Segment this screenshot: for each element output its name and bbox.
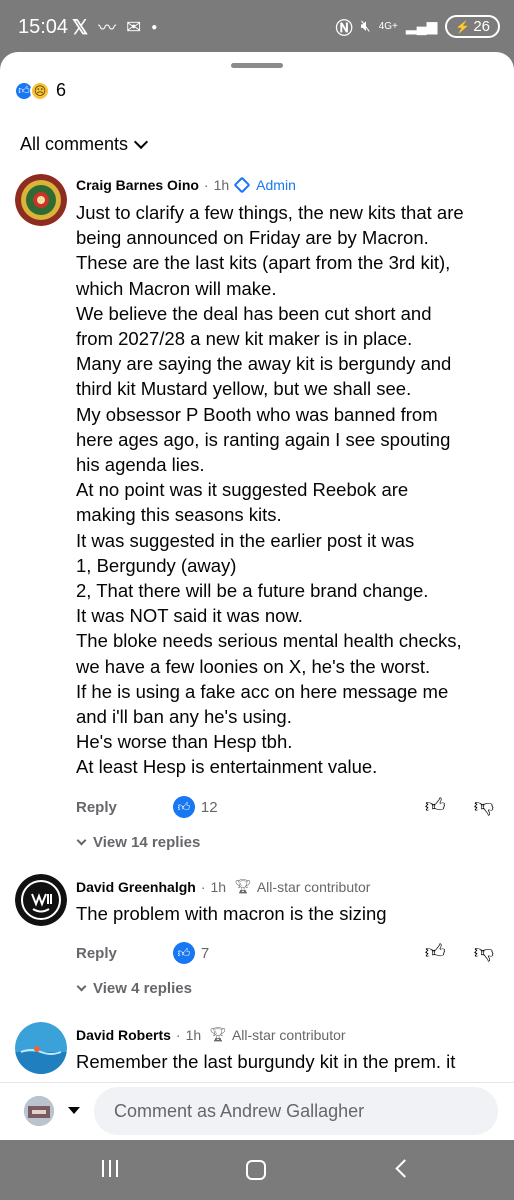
comment-line: At no point was it suggested Reebok are <box>76 479 409 501</box>
swoosh-icon: 〰 <box>98 18 117 38</box>
comment-line: being announced on Friday are by Macron. <box>76 227 429 249</box>
swimmer-avatar-image <box>15 1022 67 1074</box>
comment-time: 1h <box>185 1026 202 1043</box>
comment-line: If he is using a fake acc on here messag… <box>76 680 449 702</box>
comment-line: we have a few loonies on X, he's the wor… <box>76 655 431 677</box>
comment-composer: Comment as Andrew Gallagher <box>0 1082 514 1140</box>
view-replies-label: View 14 replies <box>93 834 201 851</box>
comment-line: here ages ago, is ranting again I see sp… <box>76 428 451 450</box>
mail-icon: ✉ <box>126 16 142 37</box>
battery-level: 26 <box>473 18 490 35</box>
reply-button[interactable]: Reply <box>76 945 117 962</box>
recent-apps-icon[interactable] <box>102 1160 118 1177</box>
comment-author[interactable]: David Roberts <box>76 1027 171 1043</box>
avatar[interactable] <box>15 874 67 926</box>
trophy-icon: 🏆︎ <box>209 1026 227 1042</box>
comment-text: The problem with macron is the sizing <box>76 901 496 926</box>
comment-line: The problem with macron is the sizing <box>76 903 387 924</box>
comment-line: Just to clarify a few things, the new ki… <box>76 202 464 223</box>
network-type: 4G+ <box>378 21 398 32</box>
comment-time: 1h <box>210 878 227 895</box>
comment-text: Remember the last burgundy kit in the pr… <box>76 1049 496 1074</box>
comment-line: 2, That there will be a future brand cha… <box>76 580 429 602</box>
comment-line: Many are saying the away kit is bergundy… <box>76 353 452 375</box>
comment-line: These are the last kits (apart from the … <box>76 252 451 274</box>
comment-line: It was NOT said it was now. <box>76 605 303 627</box>
thumbs-up-icon[interactable]: 👍︎ <box>425 940 446 964</box>
charging-icon: ⚡ <box>455 19 471 34</box>
view-replies-button[interactable]: View 14 replies <box>76 834 201 851</box>
comment-line: My obsessor P Booth who was banned from <box>76 403 438 425</box>
club-badge-avatar-image <box>15 874 67 926</box>
status-bar: 15:04 𝕏 〰 ✉ ● Ⓝ 🔇︎ 4G+ ▂▄▆ ⚡ 26 <box>0 0 514 54</box>
chevron-down-icon <box>76 981 87 991</box>
comment-line: At least Hesp is entertainment value. <box>76 756 378 778</box>
view-replies-label: View 4 replies <box>93 980 192 997</box>
comment-line: He's worse than Hesp tbh. <box>76 731 293 753</box>
like-count: 12 <box>200 798 218 816</box>
comment-actions: Reply 👍︎ 7 👍︎ 👎︎ <box>76 940 500 966</box>
like-count: 7 <box>200 944 210 962</box>
comment-line: third kit Mustard yellow, but we shall s… <box>76 378 412 400</box>
separator-dot: · <box>175 1026 181 1043</box>
comments-sheet: 👍︎ ☹ 6 All comments Craig Barnes Oino · … <box>0 52 514 1140</box>
chevron-down-icon <box>76 835 87 845</box>
comment-line: 1, Bergundy (away) <box>76 554 237 576</box>
separator-dot: · <box>200 878 206 895</box>
comment-line: from 2027/28 a new kit maker is in place… <box>76 328 413 350</box>
back-icon[interactable] <box>395 1159 414 1178</box>
comment-text: Just to clarify a few things, the new ki… <box>76 200 496 780</box>
comment-line: making this seasons kits. <box>76 504 282 526</box>
comment-line: his agenda lies. <box>76 454 205 476</box>
comment-author[interactable]: Craig Barnes Oino <box>76 177 199 193</box>
comment-line: We believe the deal has been cut short a… <box>76 302 432 324</box>
reply-button[interactable]: Reply <box>76 799 117 816</box>
x-icon: 𝕏 <box>72 16 89 39</box>
trophy-icon: 🏆︎ <box>234 878 252 894</box>
sad-reaction-icon: ☹ <box>30 80 50 101</box>
user-avatar-image <box>24 1096 54 1126</box>
avatar[interactable] <box>15 1022 67 1074</box>
user-avatar[interactable] <box>24 1096 54 1126</box>
comment-time: 1h <box>213 177 230 193</box>
thumbs-down-icon[interactable]: 👎︎ <box>474 794 494 818</box>
filter-label: All comments <box>20 134 129 154</box>
reaction-count: 6 <box>56 80 67 100</box>
dot-icon: ● <box>151 21 158 33</box>
like-count-icon: 👍︎ <box>172 796 195 818</box>
reaction-summary[interactable]: 👍︎ ☹ 6 <box>14 80 66 101</box>
comment-actions: Reply 👍︎ 12 👍︎ 👎︎ <box>76 794 500 820</box>
system-navigation-bar <box>0 1140 514 1200</box>
drag-handle[interactable] <box>231 63 283 68</box>
comments-filter-dropdown[interactable]: All comments <box>20 134 149 155</box>
status-time: 15:04 <box>18 16 69 38</box>
signal-icon: ▂▄▆ <box>405 18 438 34</box>
comment-line: and i'll ban any he's using. <box>76 706 292 728</box>
chevron-down-icon <box>133 134 149 149</box>
separator-dot: · <box>203 177 209 193</box>
contributor-badge: All-star contributor <box>231 1026 346 1043</box>
comment-line: Remember the last burgundy kit in the pr… <box>76 1051 456 1072</box>
battery-icon: ⚡ 26 <box>445 15 500 38</box>
avatar[interactable] <box>15 174 67 226</box>
admin-badge: Admin <box>256 177 296 193</box>
home-icon[interactable] <box>246 1160 266 1180</box>
like-count-icon: 👍︎ <box>172 942 195 964</box>
thumbs-up-icon[interactable]: 👍︎ <box>425 794 446 818</box>
thumbs-down-icon[interactable]: 👎︎ <box>474 940 494 964</box>
mute-icon: 🔇︎ <box>360 17 371 35</box>
comment-author[interactable]: David Greenhalgh <box>76 879 196 895</box>
view-replies-button[interactable]: View 4 replies <box>76 980 192 997</box>
comment-input[interactable]: Comment as Andrew Gallagher <box>94 1087 498 1135</box>
admin-badge-icon <box>233 176 251 194</box>
comment-line: which Macron will make. <box>76 277 277 299</box>
caret-down-icon[interactable] <box>68 1107 80 1114</box>
crest-avatar-image <box>15 174 67 226</box>
comment-line: The bloke needs serious mental health ch… <box>76 630 462 652</box>
contributor-badge: All-star contributor <box>256 878 371 895</box>
comment-line: It was suggested in the earlier post it … <box>76 529 415 551</box>
nfc-icon: Ⓝ <box>335 19 353 38</box>
